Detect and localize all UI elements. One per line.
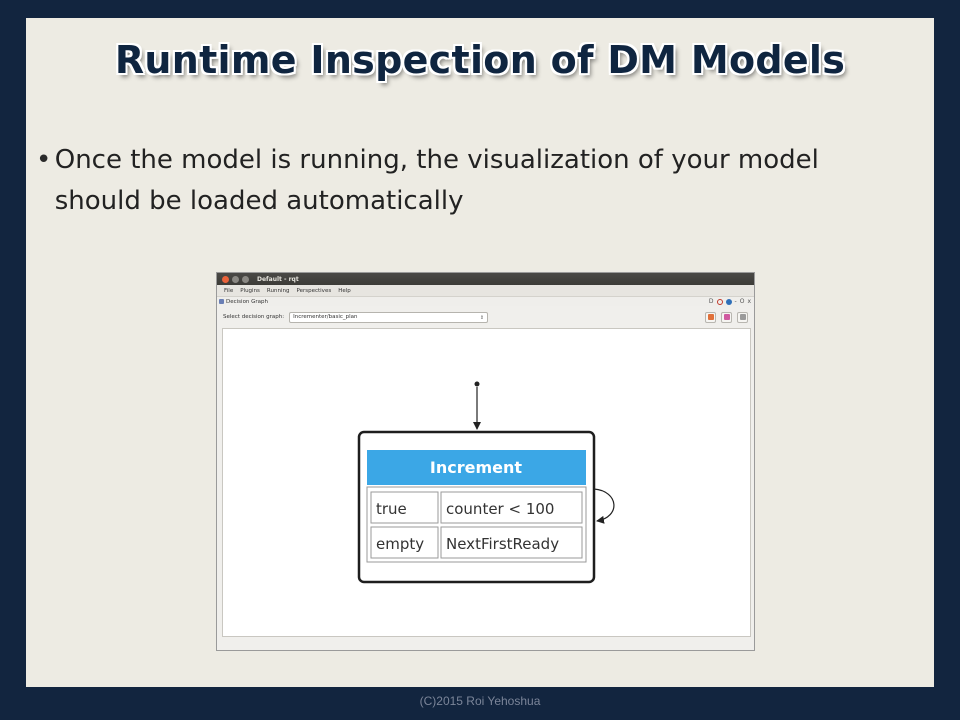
menu-file[interactable]: File <box>224 288 233 294</box>
save-image-button[interactable] <box>721 311 732 323</box>
decision-graph: Increment true counter < 100 empty NextF… <box>357 381 615 584</box>
save-image-icon <box>723 314 730 320</box>
graph-canvas[interactable]: Increment true counter < 100 empty NextF… <box>222 328 751 637</box>
print-icon <box>739 314 746 320</box>
row2-action: NextFirstReady <box>446 535 559 553</box>
window-title: Default - rqt <box>257 275 299 283</box>
slide-title: Runtime Inspection of DM Models <box>114 38 846 82</box>
panel-icon <box>219 299 224 304</box>
open-folder-button[interactable] <box>705 311 716 323</box>
row2-condition: empty <box>376 535 424 553</box>
menu-plugins[interactable]: Plugins <box>240 288 260 294</box>
rqt-window: Default - rqt File Plugins Running Persp… <box>216 272 755 651</box>
slide-footer: (C)2015 Roi Yehoshua <box>419 694 541 708</box>
graph-toolbar: Select decision graph: Incrementer/basic… <box>217 306 754 328</box>
decision-graph-select[interactable]: Incrementer/basic_plan ⇕ <box>289 311 489 323</box>
panel-minimize-button[interactable]: - <box>735 298 737 305</box>
panel-close-button[interactable]: x <box>747 298 751 305</box>
help-icon[interactable] <box>725 298 732 305</box>
self-loop-edge <box>593 488 615 524</box>
print-button[interactable] <box>737 311 748 323</box>
panel-d-button[interactable]: D <box>709 298 714 305</box>
panel-title: Decision Graph <box>226 298 269 305</box>
menu-running[interactable]: Running <box>267 288 290 294</box>
row1-condition: true <box>376 500 407 518</box>
panel-float-button[interactable]: O <box>740 298 745 305</box>
bullet-text: Once the model is running, the visualiza… <box>54 145 819 216</box>
menubar: File Plugins Running Perspectives Help <box>217 285 754 297</box>
menu-perspectives[interactable]: Perspectives <box>296 288 331 294</box>
window-close-button[interactable] <box>222 275 229 283</box>
decision-graph-select-value: Incrementer/basic_plan <box>293 314 358 320</box>
window-minimize-button[interactable] <box>232 275 239 283</box>
window-maximize-button[interactable] <box>242 275 249 283</box>
bullet-point: • Once the model is running, the visuali… <box>36 140 906 222</box>
open-folder-icon <box>707 314 714 320</box>
menu-help[interactable]: Help <box>338 288 351 294</box>
bullet-dot: • <box>36 145 52 175</box>
combo-arrow-icon: ⇕ <box>479 314 485 321</box>
select-graph-label: Select decision graph: <box>223 314 285 320</box>
window-titlebar: Default - rqt <box>217 273 754 285</box>
row1-action: counter < 100 <box>446 500 554 518</box>
panel-controls: D - O x <box>709 298 751 305</box>
reload-icon[interactable] <box>716 298 723 305</box>
panel-header: Decision Graph D - O x <box>217 297 754 306</box>
start-node <box>474 381 480 387</box>
node-title: Increment <box>430 458 522 477</box>
